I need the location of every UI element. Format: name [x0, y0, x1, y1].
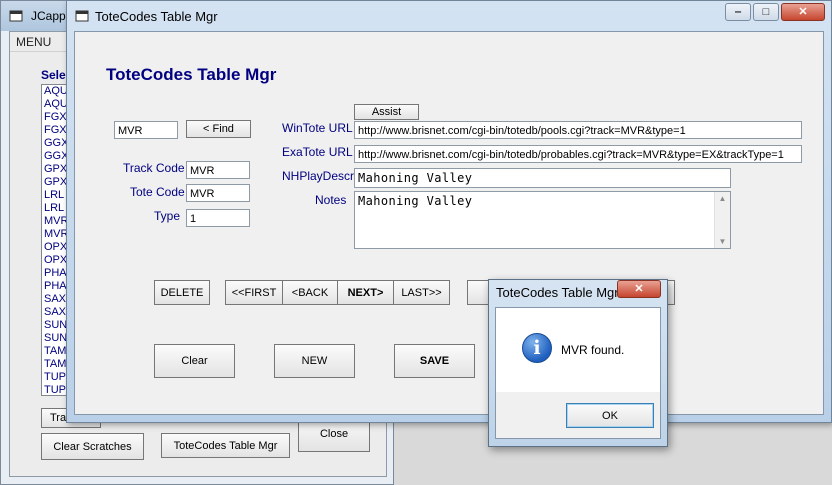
clear-button[interactable]: Clear	[154, 344, 235, 378]
totecodes-table-mgr-button[interactable]: ToteCodes Table Mgr	[161, 433, 290, 458]
track-code-label: Track Code	[123, 161, 185, 175]
totecodes-window: ToteCodes Table Mgr ‒ □ ✕ ToteCodes Tabl…	[66, 0, 832, 423]
page-title: ToteCodes Table Mgr	[106, 65, 277, 84]
find-button[interactable]: < Find	[186, 120, 251, 138]
delete-button[interactable]: DELETE	[154, 280, 210, 305]
totecodes-client: ToteCodes Table Mgr MVR < Find Track Cod…	[74, 31, 824, 415]
save-button[interactable]: SAVE	[394, 344, 475, 378]
exatote-url-field[interactable]: http://www.brisnet.com/cgi-bin/totedb/pr…	[354, 145, 802, 163]
new-button[interactable]: NEW	[274, 344, 355, 378]
window-icon	[75, 10, 89, 22]
exatote-url-label: ExaTote URL	[282, 145, 353, 159]
window-title: ToteCodes Table Mgr	[95, 9, 218, 24]
ok-button[interactable]: OK	[566, 403, 654, 428]
nhplaydescr-field[interactable]: Mahoning Valley	[354, 168, 731, 188]
tote-code-field[interactable]: MVR	[186, 184, 250, 202]
wintote-url-field[interactable]: http://www.brisnet.com/cgi-bin/totedb/po…	[354, 121, 802, 139]
dialog-close-button[interactable]: ✕	[617, 280, 661, 298]
back-button[interactable]: <BACK	[282, 280, 338, 305]
type-label: Type	[154, 209, 181, 223]
track-code-field[interactable]: MVR	[186, 161, 250, 179]
clear-scratches-button[interactable]: Clear Scratches	[41, 433, 144, 460]
next-button[interactable]: NEXT>	[337, 280, 394, 305]
minimize-icon: ‒	[734, 6, 742, 18]
notes-textarea[interactable]: Mahoning Valley	[354, 191, 731, 249]
window-icon	[9, 10, 23, 22]
dialog-client: i MVR found. OK	[495, 307, 661, 439]
track-list-heading: Sele	[41, 68, 66, 82]
dialog-title: ToteCodes Table Mgr	[496, 285, 619, 300]
last-button[interactable]: LAST>>	[393, 280, 450, 305]
scroll-up-icon[interactable]: ▲	[715, 194, 730, 203]
menu-item-menu[interactable]: MENU	[16, 35, 51, 49]
scroll-down-icon[interactable]: ▼	[715, 237, 730, 246]
close-icon: ✕	[798, 6, 808, 18]
message-dialog: ToteCodes Table Mgr ✕ i MVR found. OK	[488, 279, 668, 447]
maximize-button[interactable]: □	[753, 3, 779, 21]
assist-button[interactable]: Assist	[354, 104, 419, 120]
nhplaydescr-label: NHPlayDescr	[282, 169, 355, 183]
search-input[interactable]: MVR	[114, 121, 178, 139]
notes-label: Notes	[315, 193, 347, 207]
type-field[interactable]: 1	[186, 209, 250, 227]
minimize-button[interactable]: ‒	[725, 3, 751, 21]
tote-code-label: Tote Code	[130, 185, 185, 199]
first-button[interactable]: <<FIRST	[225, 280, 283, 305]
notes-scrollbar[interactable]: ▲ ▼	[714, 192, 730, 248]
window-close-button[interactable]: ✕	[781, 3, 825, 21]
info-icon: i	[522, 333, 552, 363]
dialog-message: MVR found.	[561, 343, 625, 357]
wintote-url-label: WinTote URL	[282, 121, 353, 135]
close-icon: ✕	[634, 283, 644, 295]
maximize-icon: □	[762, 6, 770, 18]
